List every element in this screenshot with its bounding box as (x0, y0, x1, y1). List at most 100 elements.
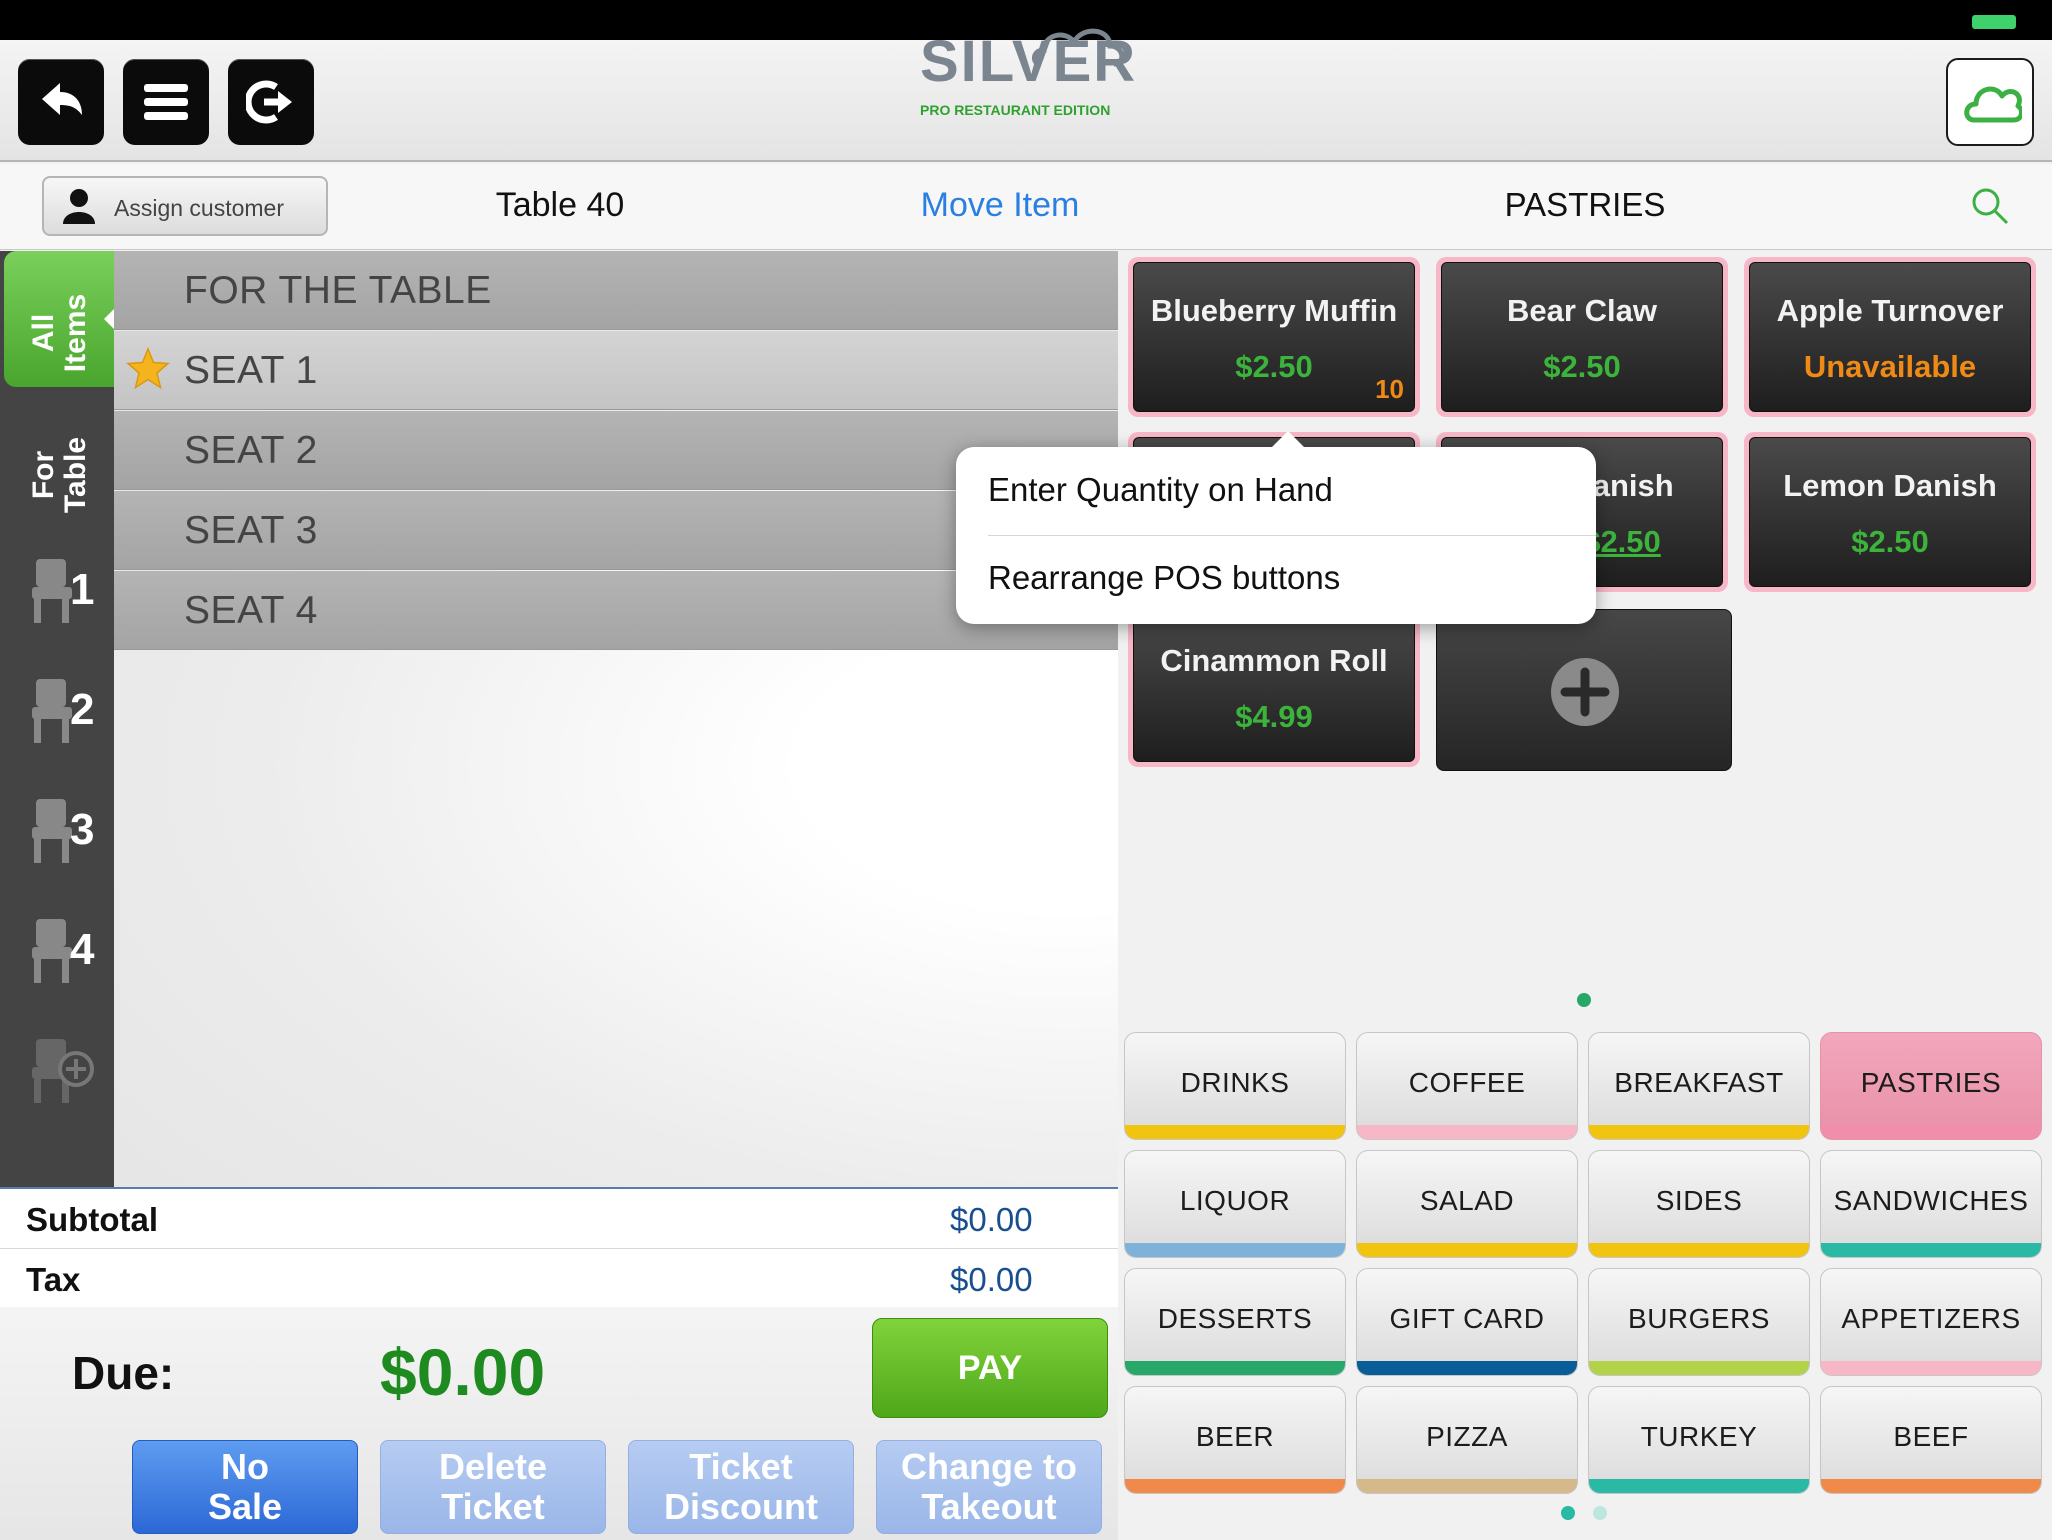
back-button[interactable] (18, 59, 104, 145)
add-product-button[interactable] (1436, 609, 1732, 771)
assign-customer-label: Assign customer (114, 195, 285, 221)
tax-label: Tax (26, 1261, 81, 1298)
tab-all-items-label: All Items (27, 293, 92, 373)
seat-2-number: 2 (70, 685, 95, 734)
category-color-bar (1357, 1243, 1577, 1257)
totals-panel: Subtotal $0.00 Tax $0.00 (0, 1187, 1118, 1309)
no-sale-button[interactable]: No Sale (132, 1440, 358, 1534)
exit-button[interactable] (228, 59, 314, 145)
product-apple-turnover[interactable]: Apple Turnover Unavailable (1744, 257, 2036, 417)
product-unavailable: Unavailable (1803, 349, 1977, 384)
category-beer[interactable]: BEER (1124, 1386, 1346, 1494)
category-label: PASTRIES (1860, 1067, 2002, 1098)
pay-button[interactable]: PAY (872, 1318, 1108, 1418)
seat-3-button[interactable]: 3 (28, 795, 98, 865)
product-price: $4.99 (1235, 699, 1313, 734)
seat-row-label: FOR THE TABLE (184, 269, 492, 312)
category-burgers[interactable]: BURGERS (1588, 1268, 1810, 1376)
product-page-dot-active[interactable] (1577, 993, 1591, 1007)
seat-row-for-the-table[interactable]: FOR THE TABLE (114, 251, 1118, 330)
ticket-discount-button[interactable]: Ticket Discount (628, 1440, 854, 1534)
product-name: Lemon Danish (1783, 468, 1997, 503)
category-coffee[interactable]: COFFEE (1356, 1032, 1578, 1140)
seat-2-button[interactable]: 2 (28, 675, 98, 745)
cloud-sync-button[interactable] (1946, 58, 2034, 146)
seat-row-label: SEAT 4 (184, 589, 318, 632)
category-label: SANDWICHES (1833, 1185, 2029, 1216)
enter-quantity-on-hand-option[interactable]: Enter Quantity on Hand (988, 471, 1333, 509)
popup-divider (988, 535, 1596, 536)
tab-for-table-label: For Table (27, 436, 92, 514)
category-label: DESSERTS (1157, 1303, 1313, 1334)
seat-row-label: SEAT 3 (184, 509, 318, 552)
tax-row: Tax $0.00 (0, 1249, 1118, 1309)
category-sides[interactable]: SIDES (1588, 1150, 1810, 1258)
add-seat-button[interactable] (28, 1035, 98, 1105)
category-label: BURGERS (1628, 1303, 1770, 1334)
logo-word: SILVER (920, 29, 1138, 94)
search-icon[interactable] (1970, 186, 2010, 226)
add-seat-icon (32, 1039, 94, 1103)
tab-for-table[interactable]: For Table (4, 395, 114, 525)
category-turkey[interactable]: TURKEY (1588, 1386, 1810, 1494)
person-icon (63, 189, 95, 224)
back-arrow-icon (42, 83, 82, 115)
category-breakfast[interactable]: BREAKFAST (1588, 1032, 1810, 1140)
category-desserts[interactable]: DESSERTS (1124, 1268, 1346, 1376)
category-label: SIDES (1655, 1185, 1743, 1216)
category-salad[interactable]: SALAD (1356, 1150, 1578, 1258)
product-blueberry-muffin[interactable]: Blueberry Muffin $2.50 10 (1128, 257, 1420, 417)
category-color-bar (1589, 1125, 1809, 1139)
category-pastries[interactable]: PASTRIES (1820, 1032, 2042, 1140)
rearrange-pos-buttons-option[interactable]: Rearrange POS buttons (988, 559, 1340, 597)
product-price: $2.50 (1851, 524, 1929, 559)
category-appetizers[interactable]: APPETIZERS (1820, 1268, 2042, 1376)
menu-button[interactable] (123, 59, 209, 145)
move-item-link[interactable]: Move Item (880, 186, 1120, 225)
category-pizza[interactable]: PIZZA (1356, 1386, 1578, 1494)
category-color-bar (1821, 1479, 2041, 1493)
hamburger-icon (144, 84, 188, 120)
tab-all-items[interactable]: All Items (4, 251, 114, 387)
category-page-dot-active[interactable] (1561, 1506, 1575, 1520)
plus-icon (1551, 658, 1619, 726)
product-price: $2.50 (1543, 349, 1621, 384)
quantity-on-hand: 10 (1375, 374, 1404, 404)
category-color-bar (1821, 1243, 2041, 1257)
category-drinks[interactable]: DRINKS (1124, 1032, 1346, 1140)
product-name: Cinammon Roll (1160, 643, 1388, 678)
change-to-takeout-button[interactable]: Change to Takeout (876, 1440, 1102, 1534)
star-icon (126, 347, 170, 390)
logout-icon (246, 80, 292, 124)
assign-customer-button[interactable]: Assign customer (42, 176, 328, 236)
subtotal-row: Subtotal $0.00 (0, 1189, 1118, 1249)
category-color-bar (1589, 1243, 1809, 1257)
seat-1-button[interactable]: 1 (28, 555, 98, 625)
category-label: COFFEE (1408, 1067, 1526, 1098)
seat-4-button[interactable]: 4 (28, 915, 98, 985)
category-color-bar (1589, 1479, 1809, 1493)
product-bear-claw[interactable]: Bear Claw $2.50 (1436, 257, 1728, 417)
category-liquor[interactable]: LIQUOR (1124, 1150, 1346, 1258)
context-menu-popup: Enter Quantity on Hand Rearrange POS but… (956, 431, 1596, 624)
product-cinammon-roll[interactable]: Cinammon Roll $4.99 (1128, 607, 1420, 767)
delete-ticket-button[interactable]: Delete Ticket (380, 1440, 606, 1534)
category-gift-card[interactable]: GIFT CARD (1356, 1268, 1578, 1376)
category-beef[interactable]: BEEF (1820, 1386, 2042, 1494)
category-label: GIFT CARD (1389, 1303, 1545, 1334)
popup-arrow (1270, 431, 1306, 449)
product-lemon-danish[interactable]: Lemon Danish $2.50 (1744, 432, 2036, 592)
cloud-icon (1964, 86, 2022, 123)
seat-row-seat-1[interactable]: SEAT 1 (114, 331, 1118, 410)
category-label: DRINKS (1180, 1067, 1290, 1098)
seat-row-label: SEAT 2 (184, 429, 318, 472)
category-label: BEER (1195, 1421, 1275, 1452)
category-sandwiches[interactable]: SANDWICHES (1820, 1150, 2042, 1258)
category-title: PASTRIES (1504, 186, 1666, 223)
seat-1-number: 1 (70, 565, 95, 614)
category-color-bar (1357, 1479, 1577, 1493)
battery-icon (1972, 15, 2016, 29)
category-label: BEEF (1893, 1421, 1969, 1452)
category-page-dot[interactable] (1593, 1506, 1607, 1520)
category-color-bar (1821, 1125, 2041, 1139)
